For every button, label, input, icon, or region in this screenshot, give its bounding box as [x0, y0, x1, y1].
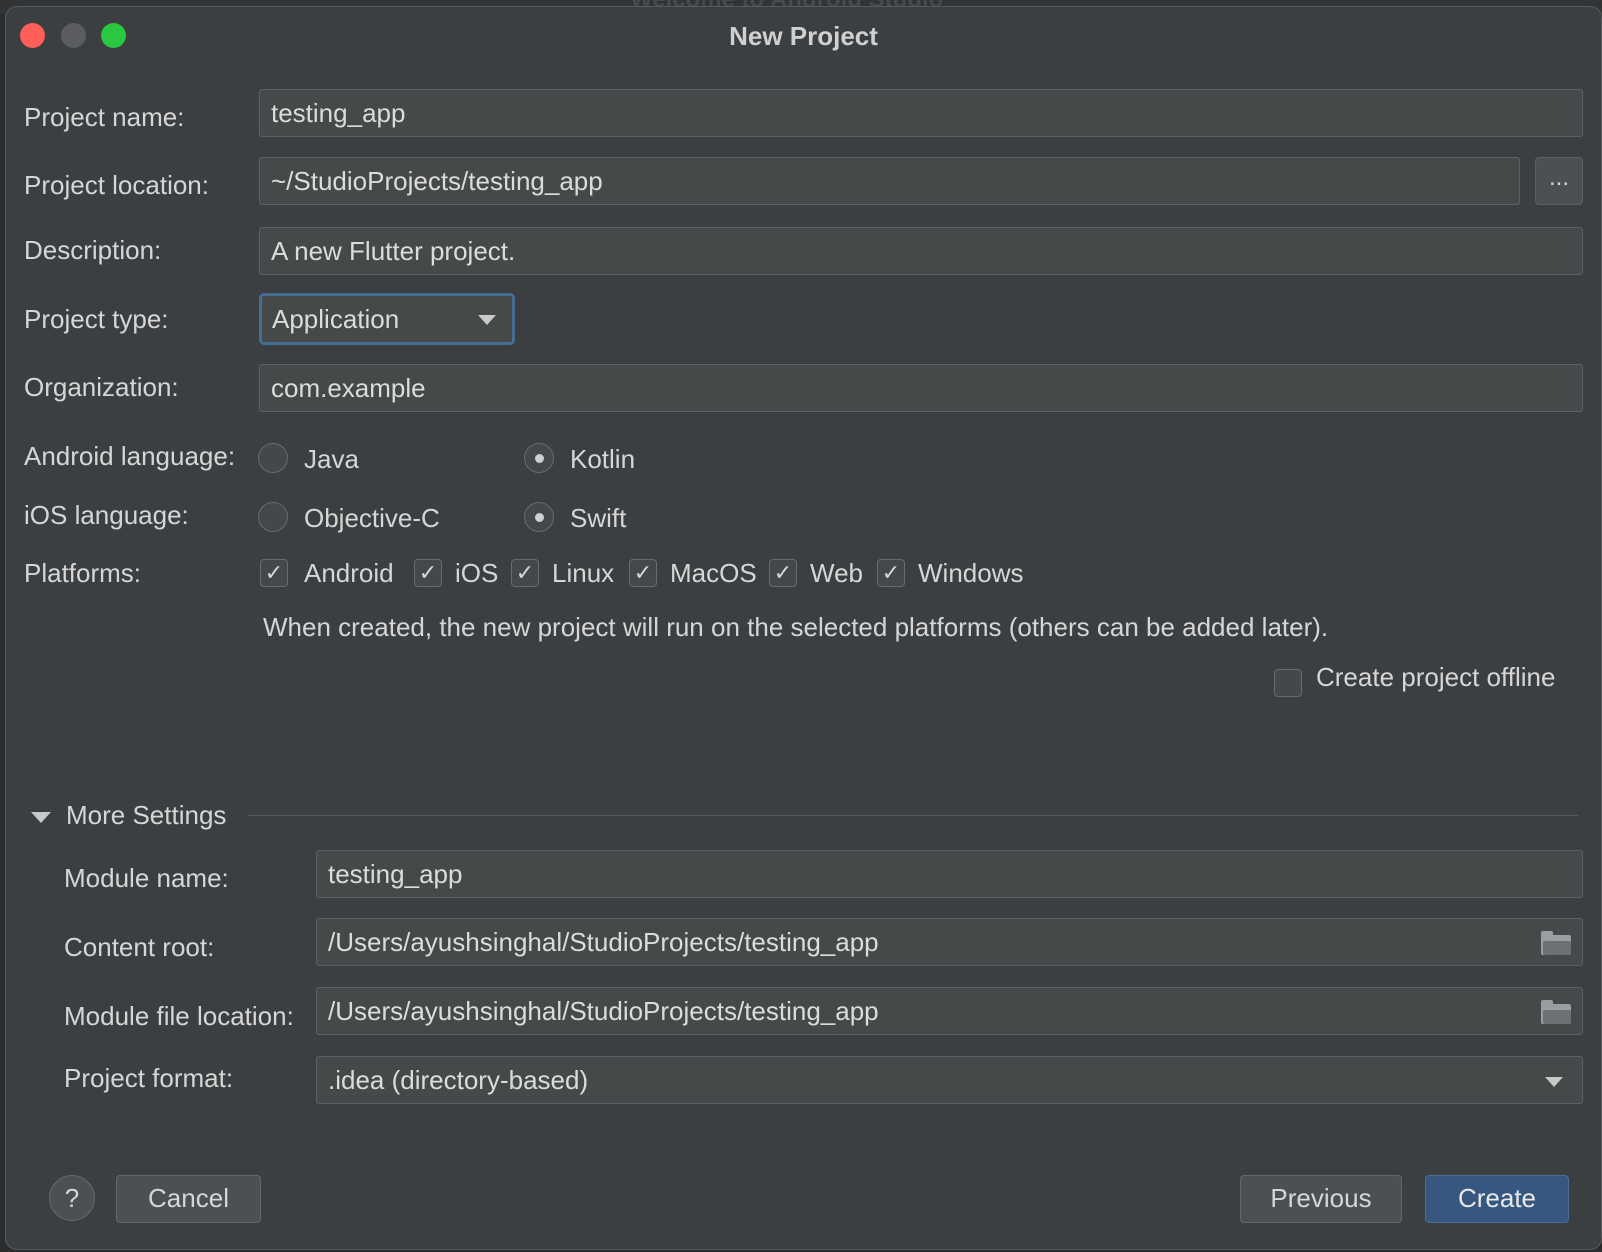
platform-ios-label[interactable]: iOS: [455, 558, 498, 589]
project-type-dropdown[interactable]: Application: [259, 293, 515, 345]
cancel-button[interactable]: Cancel: [116, 1175, 261, 1223]
module-file-location-label: Module file location:: [64, 1001, 294, 1031]
new-project-dialog: New Project Project name: testing_app Pr…: [5, 6, 1602, 1250]
more-settings-header[interactable]: More Settings: [66, 800, 226, 831]
browse-location-button[interactable]: ...: [1535, 157, 1583, 205]
dialog-titlebar: New Project: [6, 7, 1601, 63]
content-root-label: Content root:: [64, 932, 215, 962]
description-label: Description:: [24, 235, 162, 265]
module-file-location-input[interactable]: /Users/ayushsinghal/StudioProjects/testi…: [316, 987, 1583, 1035]
content-root-value: /Users/ayushsinghal/StudioProjects/testi…: [328, 927, 879, 957]
project-format-label: Project format:: [64, 1063, 234, 1093]
platform-web-checkbox[interactable]: ✓: [769, 559, 797, 587]
help-button[interactable]: ?: [49, 1175, 95, 1221]
platform-linux-checkbox[interactable]: ✓: [511, 559, 539, 587]
android-language-java-radio[interactable]: [258, 443, 288, 473]
dialog-title: New Project: [729, 21, 878, 51]
platforms-label: Platforms:: [24, 558, 142, 588]
chevron-down-icon: [1545, 1077, 1563, 1087]
previous-button[interactable]: Previous: [1240, 1175, 1402, 1223]
create-offline-label[interactable]: Create project offline: [1316, 662, 1555, 693]
organization-label: Organization:: [24, 372, 179, 402]
more-settings-divider: [248, 815, 1578, 816]
platform-macos-checkbox[interactable]: ✓: [629, 559, 657, 587]
project-type-label: Project type:: [24, 304, 169, 334]
description-input[interactable]: A new Flutter project.: [259, 227, 1583, 275]
android-language-label: Android language:: [24, 441, 236, 471]
folder-icon-front: [1543, 1010, 1571, 1024]
android-language-kotlin-label[interactable]: Kotlin: [570, 444, 635, 475]
ios-language-objective-c-label[interactable]: Objective-C: [304, 503, 440, 534]
project-name-label: Project name:: [24, 102, 185, 132]
platform-android-label[interactable]: Android: [304, 558, 394, 589]
project-name-input[interactable]: testing_app: [259, 89, 1583, 137]
ios-language-swift-radio[interactable]: [524, 502, 554, 532]
platform-macos-label[interactable]: MacOS: [670, 558, 757, 589]
module-file-location-value: /Users/ayushsinghal/StudioProjects/testi…: [328, 996, 879, 1026]
android-language-kotlin-radio[interactable]: [524, 443, 554, 473]
collapse-triangle-icon[interactable]: [31, 812, 51, 823]
folder-icon[interactable]: [1541, 931, 1571, 955]
platform-android-checkbox[interactable]: ✓: [260, 559, 288, 587]
project-type-value: Application: [272, 304, 400, 334]
content-root-input[interactable]: /Users/ayushsinghal/StudioProjects/testi…: [316, 918, 1583, 966]
folder-icon[interactable]: [1541, 1000, 1571, 1024]
project-location-input[interactable]: ~/StudioProjects/testing_app: [259, 157, 1520, 205]
project-location-label: Project location:: [24, 170, 209, 200]
ios-language-swift-label[interactable]: Swift: [570, 503, 626, 534]
folder-icon-front: [1543, 941, 1571, 955]
module-name-input[interactable]: testing_app: [316, 850, 1583, 898]
platform-windows-label[interactable]: Windows: [918, 558, 1023, 589]
platform-linux-label[interactable]: Linux: [552, 558, 614, 589]
create-button[interactable]: Create: [1425, 1175, 1569, 1223]
android-language-java-label[interactable]: Java: [304, 444, 359, 475]
module-name-label: Module name:: [64, 863, 229, 893]
ios-language-objective-c-radio[interactable]: [258, 502, 288, 532]
platform-ios-checkbox[interactable]: ✓: [414, 559, 442, 587]
project-format-value: .idea (directory-based): [328, 1065, 589, 1095]
ios-language-label: iOS language:: [24, 500, 189, 530]
project-format-dropdown[interactable]: .idea (directory-based): [316, 1056, 1583, 1104]
organization-input[interactable]: com.example: [259, 364, 1583, 412]
platforms-hint-text: When created, the new project will run o…: [263, 612, 1329, 642]
platform-windows-checkbox[interactable]: ✓: [877, 559, 905, 587]
chevron-down-icon: [478, 315, 496, 325]
create-offline-checkbox[interactable]: [1274, 669, 1302, 697]
platform-web-label[interactable]: Web: [810, 558, 863, 589]
